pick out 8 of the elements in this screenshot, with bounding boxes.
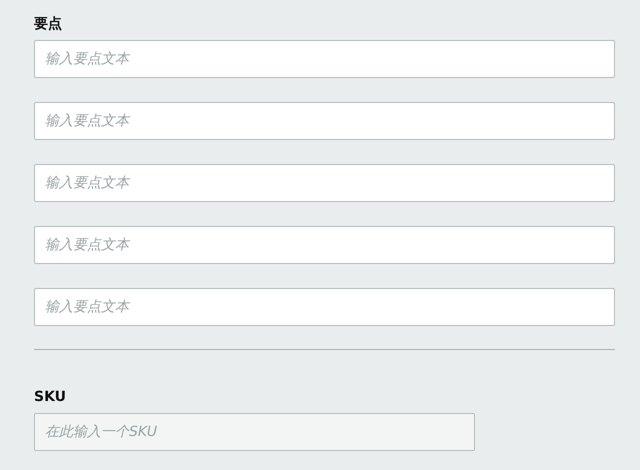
- field-label: SKU: [34, 388, 68, 407]
- field-label: 要点: [34, 15, 63, 34]
- bullet-point-input[interactable]: 输入要点文本: [34, 102, 615, 140]
- sku-input[interactable]: 在此输入一个SKU: [34, 413, 475, 451]
- bullet-point-input[interactable]: 输入要点文本: [34, 288, 615, 326]
- bullet-point-input[interactable]: 输入要点文本: [34, 226, 615, 264]
- bullet-point-input[interactable]: 输入要点文本: [34, 40, 615, 78]
- bullet-point-input[interactable]: 输入要点文本: [34, 164, 615, 202]
